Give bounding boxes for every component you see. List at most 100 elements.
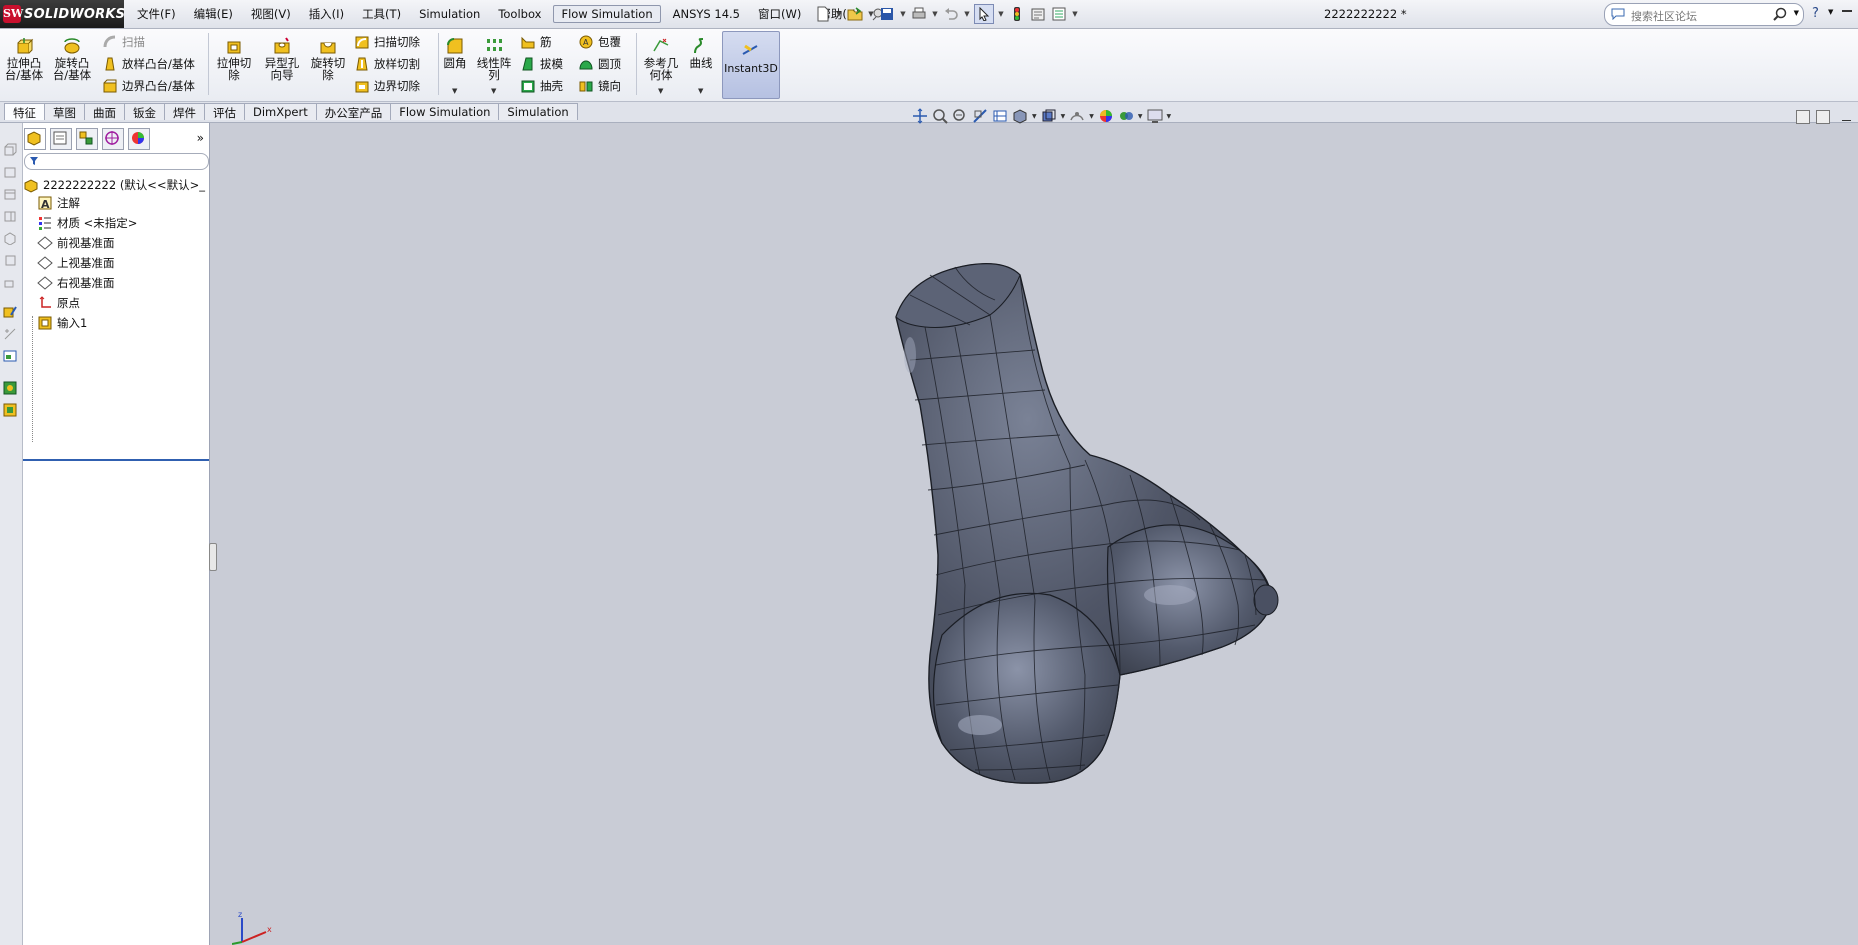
viewport-minimize-icon[interactable] (1842, 120, 1851, 121)
mirror-button[interactable]: 镜向 (578, 78, 621, 94)
pattern-dropdown-icon[interactable]: ▼ (491, 87, 496, 95)
view-orientation-icon[interactable] (992, 108, 1008, 124)
revolve-boss-button[interactable]: 旋转凸 台/基体 (52, 37, 92, 81)
monitor-dropdown-icon[interactable]: ▼ (1167, 113, 1172, 120)
wrap-button[interactable]: A 包覆 (578, 34, 621, 50)
new-dropdown-icon[interactable]: ▼ (835, 10, 843, 18)
zoom-to-area-icon[interactable] (932, 108, 948, 124)
lofted-cut-button[interactable]: 放样切割 (354, 56, 420, 72)
select-dropdown-icon[interactable]: ▼ (997, 10, 1005, 18)
tab-office-products[interactable]: 办公室产品 (315, 103, 392, 120)
panel-splitter-handle[interactable] (209, 543, 217, 571)
swept-cut-button[interactable]: 扫描切除 (354, 34, 420, 50)
zoom-to-fit-icon[interactable] (912, 108, 928, 124)
display-manager-tab[interactable] (128, 128, 150, 150)
menu-simulation[interactable]: Simulation (410, 5, 489, 23)
instant3d-button[interactable]: Instant3D (722, 31, 780, 99)
tree-item-origin[interactable]: 原点 (37, 294, 80, 312)
menu-file[interactable]: 文件(F) (128, 4, 185, 24)
tree-item-top-plane[interactable]: 上视基准面 (37, 254, 115, 272)
tab-surfaces[interactable]: 曲面 (84, 103, 125, 120)
tree-filter[interactable] (24, 153, 209, 170)
smart-dimension-icon[interactable] (3, 327, 17, 341)
tab-sheet-metal[interactable]: 钣金 (124, 103, 165, 120)
tab-sketch[interactable]: 草图 (44, 103, 85, 120)
file-properties-icon[interactable] (1029, 5, 1047, 23)
open-folder-icon[interactable] (846, 5, 864, 23)
save-dropdown-icon[interactable]: ▼ (899, 10, 907, 18)
undo-icon[interactable] (942, 5, 960, 23)
property-manager-tab[interactable] (50, 128, 72, 150)
new-document-icon[interactable] (814, 5, 832, 23)
appearance-icon[interactable] (3, 381, 17, 395)
edit-appearance-icon[interactable] (1069, 108, 1085, 124)
display-style-icon[interactable] (1012, 108, 1028, 124)
linear-pattern-button[interactable]: 线性阵 列 (474, 37, 514, 81)
feature-manager-tab[interactable] (24, 128, 46, 150)
tile-horizontal-icon[interactable] (1796, 110, 1810, 124)
extrude-boss-button[interactable]: 拉伸凸 台/基体 (4, 37, 44, 81)
appearance-dropdown-icon[interactable]: ▼ (1089, 113, 1094, 120)
menu-flow-simulation[interactable]: Flow Simulation (553, 5, 661, 23)
view-back-icon[interactable] (3, 253, 17, 267)
tree-item-material[interactable]: 材质 <未指定> (37, 214, 137, 232)
options-dropdown-icon[interactable]: ▼ (1071, 10, 1079, 18)
window-minimize-icon[interactable] (1842, 10, 1852, 12)
display-style-dropdown-icon[interactable]: ▼ (1032, 113, 1037, 120)
monitor-display-icon[interactable] (1147, 108, 1163, 124)
shell-button[interactable]: 抽壳 (520, 78, 563, 94)
dome-button[interactable]: 圆顶 (578, 56, 621, 72)
tile-vertical-icon[interactable] (1816, 110, 1830, 124)
sweep-button[interactable]: 扫描 (102, 34, 145, 50)
boundary-cut-button[interactable]: 边界切除 (354, 78, 420, 94)
tab-features[interactable]: 特征 (4, 103, 45, 120)
rebuild-icon[interactable] (1008, 5, 1026, 23)
hole-wizard-button[interactable]: 异型孔 向导 (260, 37, 304, 81)
menu-insert[interactable]: 插入(I) (300, 4, 353, 24)
view-iso-icon[interactable] (3, 231, 17, 245)
reference-geometry-dropdown-icon[interactable]: ▼ (658, 87, 663, 95)
search-icon[interactable] (1773, 7, 1787, 24)
tab-evaluate[interactable]: 评估 (204, 103, 245, 120)
curves-dropdown-icon[interactable]: ▼ (698, 87, 703, 95)
sketch-icon[interactable] (3, 305, 17, 319)
fillet-dropdown-icon[interactable]: ▼ (452, 87, 457, 95)
scene-icon[interactable] (3, 403, 17, 417)
reference-geometry-button[interactable]: 参考几 何体 (640, 37, 682, 81)
menu-edit[interactable]: 编辑(E) (185, 4, 242, 24)
display-manager-icon[interactable] (3, 349, 17, 363)
select-arrow-icon[interactable] (974, 4, 994, 24)
view-settings-icon[interactable] (1118, 108, 1134, 124)
tree-item-annotations[interactable]: A 注解 (37, 194, 80, 212)
menu-ansys[interactable]: ANSYS 14.5 (664, 5, 749, 23)
view-settings-dropdown-icon[interactable]: ▼ (1138, 113, 1143, 120)
tab-simulation[interactable]: Simulation (498, 103, 578, 120)
apply-scene-icon[interactable] (1098, 108, 1114, 124)
view-dimetric-icon[interactable] (3, 275, 17, 289)
expand-tabs-icon[interactable]: » (197, 131, 204, 145)
tab-flow-simulation[interactable]: Flow Simulation (390, 103, 500, 120)
tree-item-front-plane[interactable]: 前视基准面 (37, 234, 115, 252)
fillet-button[interactable]: 圆角 (442, 37, 468, 69)
tab-dimxpert[interactable]: DimXpert (244, 103, 317, 120)
view-top-icon[interactable] (3, 187, 17, 201)
menu-window[interactable]: 窗口(W) (749, 4, 810, 24)
tree-item-right-plane[interactable]: 右视基准面 (37, 274, 115, 292)
hide-show-dropdown-icon[interactable]: ▼ (1061, 113, 1066, 120)
view-front-icon[interactable] (3, 165, 17, 179)
previous-view-icon[interactable] (952, 108, 968, 124)
mesh-body-3d-model[interactable] (870, 255, 1350, 905)
view-cube-icon[interactable] (3, 143, 17, 157)
loft-boss-button[interactable]: 放样凸台/基体 (102, 56, 195, 72)
section-view-icon[interactable] (972, 108, 988, 124)
configuration-manager-tab[interactable] (76, 128, 98, 150)
revolve-cut-button[interactable]: 旋转切 除 (308, 37, 348, 81)
print-dropdown-icon[interactable]: ▼ (931, 10, 939, 18)
tree-root-part[interactable]: 2222222222 (默认<<默认>_ (23, 176, 205, 194)
undo-dropdown-icon[interactable]: ▼ (963, 10, 971, 18)
view-right-icon[interactable] (3, 209, 17, 223)
extrude-cut-button[interactable]: 拉伸切 除 (214, 37, 254, 81)
menu-view[interactable]: 视图(V) (242, 4, 300, 24)
rollback-bar[interactable] (23, 459, 209, 461)
menu-tools[interactable]: 工具(T) (353, 4, 410, 24)
